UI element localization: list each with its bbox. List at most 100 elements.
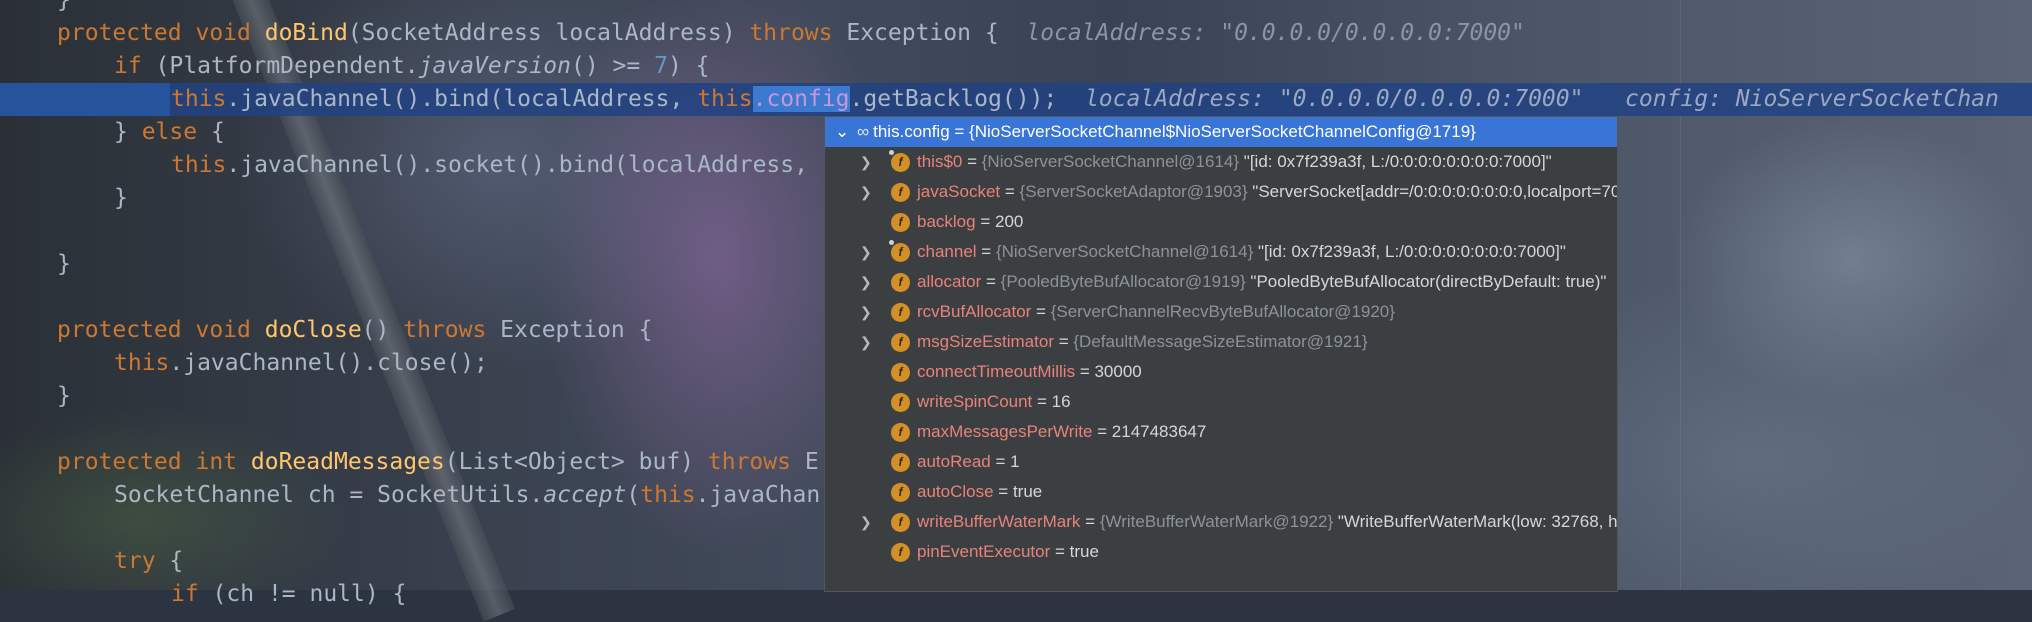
variable-type: {PooledByteBufAllocator@1919} — [1000, 272, 1246, 291]
variable-name: autoRead — [917, 452, 991, 471]
method-name: doClose — [264, 317, 362, 343]
variable-row[interactable]: ❯ f allocator = {PooledByteBufAllocator@19… — [825, 267, 1617, 297]
chevron-right-icon[interactable]: ❯ — [860, 177, 874, 207]
variable-name: connectTimeoutMillis — [917, 362, 1076, 381]
popup-header-text: this.config = {NioServerSocketChannel$Ni… — [873, 122, 1476, 141]
keyword: this — [114, 350, 170, 376]
variable-row[interactable]: ❯ f this$0 = {NioServerSocketChannel@1614}… — [825, 147, 1617, 177]
field-icon: f — [891, 543, 910, 562]
variable-name: javaSocket — [917, 182, 1001, 201]
variable-name: writeBufferWaterMark — [917, 512, 1081, 531]
variable-value: true — [1012, 482, 1043, 501]
variable-name: backlog — [917, 212, 976, 231]
variable-row[interactable]: f pinEventExecutor = true — [825, 537, 1617, 567]
hovered-expression[interactable]: .config — [752, 86, 850, 112]
chevron-right-icon[interactable]: ❯ — [860, 297, 874, 327]
variable-type: {DefaultMessageSizeEstimator@1921} — [1073, 332, 1368, 351]
variable-row[interactable]: ❯ f channel = {NioServerSocketChannel@1614… — [825, 237, 1617, 267]
keyword: throws — [749, 20, 833, 46]
code-text: ) { — [667, 53, 710, 79]
method-name: doReadMessages — [250, 449, 445, 475]
code-text: SocketChannel ch = SocketUtils. — [114, 482, 544, 508]
code-text: { — [197, 119, 225, 145]
popup-header-row[interactable]: ⌄ ∞ this.config = {NioServerSocketChannel$… — [825, 117, 1617, 147]
chevron-right-icon[interactable]: ❯ — [860, 147, 874, 177]
inline-debug-value: config: NioServerSocketChan — [1625, 86, 1999, 112]
code-line-socket-bind[interactable]: this.javaChannel().socket().bind(localAd… — [171, 149, 808, 182]
static-method: accept — [543, 482, 627, 508]
field-icon: f — [891, 213, 910, 232]
watch-glasses-icon: ∞ — [857, 122, 870, 141]
code-line-close[interactable]: this.javaChannel().close(); — [114, 347, 488, 380]
keyword: this — [171, 86, 227, 112]
keyword: try — [114, 548, 156, 574]
code-text: (List<Object> buf) — [444, 449, 708, 475]
code-text: } — [114, 185, 128, 211]
variable-name: writeSpinCount — [917, 392, 1033, 411]
code-text: } — [57, 251, 71, 277]
variable-type: {NioServerSocketChannel@1614} — [981, 152, 1240, 171]
inline-debug-value: localAddress: "0.0.0.0/0.0.0.0:7000" — [1026, 20, 1525, 46]
variable-row[interactable]: f backlog = 200 — [825, 207, 1617, 237]
static-method: javaVersion — [418, 53, 571, 79]
variable-value: "WriteBufferWaterMark(low: 32768, high: … — [1337, 512, 1618, 531]
field-icon: f — [891, 423, 910, 442]
current-execution-line[interactable]: this.javaChannel().bind(localAddress, th… — [0, 83, 2032, 116]
debugger-value-popup[interactable]: ⌄ ∞ this.config = {NioServerSocketChannel$… — [824, 116, 1618, 592]
variable-type: {NioServerSocketChannel@1614} — [995, 242, 1254, 261]
field-icon: f — [891, 393, 910, 412]
chevron-right-icon[interactable]: ❯ — [860, 507, 874, 537]
variable-name: autoClose — [917, 482, 994, 501]
code-text: Exception { — [832, 20, 999, 46]
code-line-doReadMessages[interactable]: protected int doReadMessages(List<Object… — [57, 446, 819, 479]
keyword: this — [640, 482, 696, 508]
code-line-brace: } — [57, 248, 71, 281]
variable-row[interactable]: ❯ f msgSizeEstimator = {DefaultMessageSize… — [825, 327, 1617, 357]
code-line-if-null[interactable]: if (ch != null) { — [171, 578, 406, 611]
field-icon: f — [891, 303, 910, 322]
code-line-doBind[interactable]: protected void doBind(SocketAddress loca… — [57, 17, 1525, 50]
variable-row[interactable]: f autoClose = true — [825, 477, 1617, 507]
field-icon: f — [891, 273, 910, 292]
variable-value: 16 — [1051, 392, 1071, 411]
keyword: protected — [57, 449, 182, 475]
variable-value: 200 — [994, 212, 1024, 231]
keyword: if — [114, 53, 142, 79]
method-name: doBind — [264, 20, 348, 46]
code-text: } — [114, 119, 142, 145]
field-icon: f — [891, 513, 910, 532]
variable-row[interactable]: ❯ f javaSocket = {ServerSocketAdaptor@1903… — [825, 177, 1617, 207]
variable-type: {WriteBufferWaterMark@1922} — [1099, 512, 1334, 531]
inline-debug-value: localAddress: "0.0.0.0/0.0.0.0:7000" — [1084, 86, 1584, 112]
code-line-if[interactable]: if (PlatformDependent.javaVersion() >= 7… — [114, 50, 709, 83]
variable-row[interactable]: ❯ f writeBufferWaterMark = {WriteBufferWat… — [825, 507, 1617, 537]
chevron-right-icon[interactable]: ❯ — [860, 237, 874, 267]
code-text: () >= — [570, 53, 655, 79]
variable-value: "[id: 0x7f239a3f, L:/0:0:0:0:0:0:0:0:700… — [1257, 242, 1566, 261]
execution-point-marker — [0, 83, 170, 116]
code-line-try[interactable]: try { — [114, 545, 183, 578]
code-text: .javaChan — [695, 482, 821, 508]
code-line-doClose[interactable]: protected void doClose() throws Exceptio… — [57, 314, 652, 347]
code-line-accept[interactable]: SocketChannel ch = SocketUtils.accept(th… — [114, 479, 820, 512]
variable-row[interactable]: ❯ f rcvBufAllocator = {ServerChannelRecvBy… — [825, 297, 1617, 327]
variable-row[interactable]: f connectTimeoutMillis = 30000 — [825, 357, 1617, 387]
variable-name: maxMessagesPerWrite — [917, 422, 1093, 441]
code-line-else[interactable]: } else { — [114, 116, 225, 149]
chevron-right-icon[interactable]: ❯ — [860, 327, 874, 357]
variable-row[interactable]: f maxMessagesPerWrite = 2147483647 — [825, 417, 1617, 447]
chevron-right-icon[interactable]: ❯ — [860, 267, 874, 297]
variable-value: 2147483647 — [1111, 422, 1207, 441]
code-text: E — [790, 449, 819, 475]
variable-row[interactable]: f autoRead = 1 — [825, 447, 1617, 477]
code-text: Exception { — [486, 317, 653, 343]
variable-row[interactable]: f writeSpinCount = 16 — [825, 387, 1617, 417]
chevron-down-icon[interactable]: ⌄ — [835, 117, 851, 147]
variable-value: 30000 — [1094, 362, 1142, 381]
field-icon: f — [889, 150, 910, 172]
keyword: protected — [57, 20, 182, 46]
variable-tree[interactable]: ❯ f this$0 = {NioServerSocketChannel@1614}… — [825, 147, 1617, 567]
keyword: if — [171, 581, 199, 607]
keyword: protected — [57, 317, 182, 343]
keyword: int — [195, 449, 238, 475]
